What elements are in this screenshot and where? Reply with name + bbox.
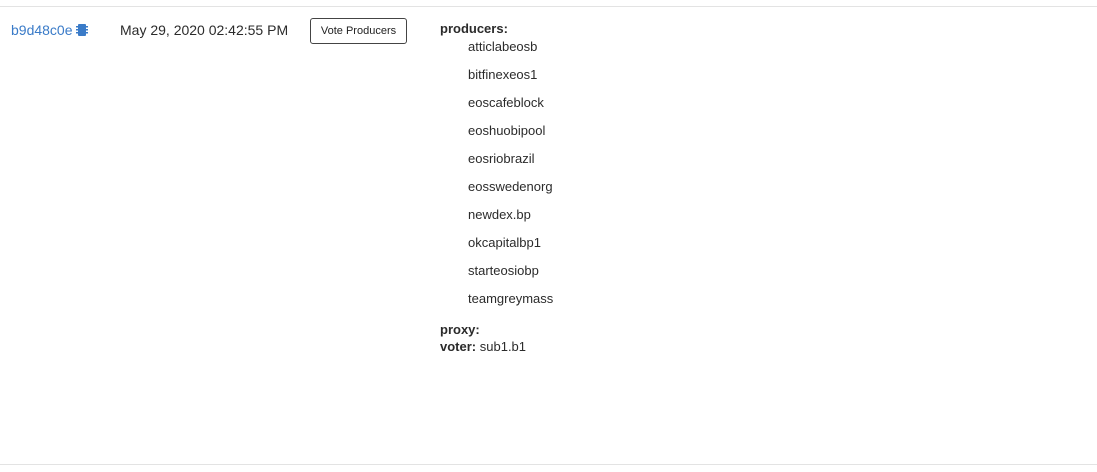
txid-text[interactable]: b9d48c0e (11, 22, 73, 38)
producers-list: atticlabeosb bitfinexeos1 eoscafeblock eosh… (468, 28, 553, 318)
proxy-field: proxy: (440, 322, 553, 337)
producer-item: teamgreymass (468, 291, 554, 306)
voter-value: sub1.b1 (479, 339, 527, 354)
transaction-row: b9d48c0e May 29, 2020 02:42:55 PM Vote P… (0, 6, 1097, 465)
vote-producers-button[interactable]: Vote Producers (310, 18, 407, 44)
txid-link[interactable]: b9d48c0e (11, 22, 88, 38)
chip-icon (75, 23, 88, 37)
voter-key: voter: (440, 339, 477, 354)
voter-field: voter: sub1.b1 (440, 339, 553, 354)
transaction-timestamp: May 29, 2020 02:42:55 PM (120, 22, 289, 38)
proxy-key: proxy: (440, 322, 480, 337)
action-data: producers: atticlabeosb bitfinexeos1 eosca… (440, 21, 553, 354)
